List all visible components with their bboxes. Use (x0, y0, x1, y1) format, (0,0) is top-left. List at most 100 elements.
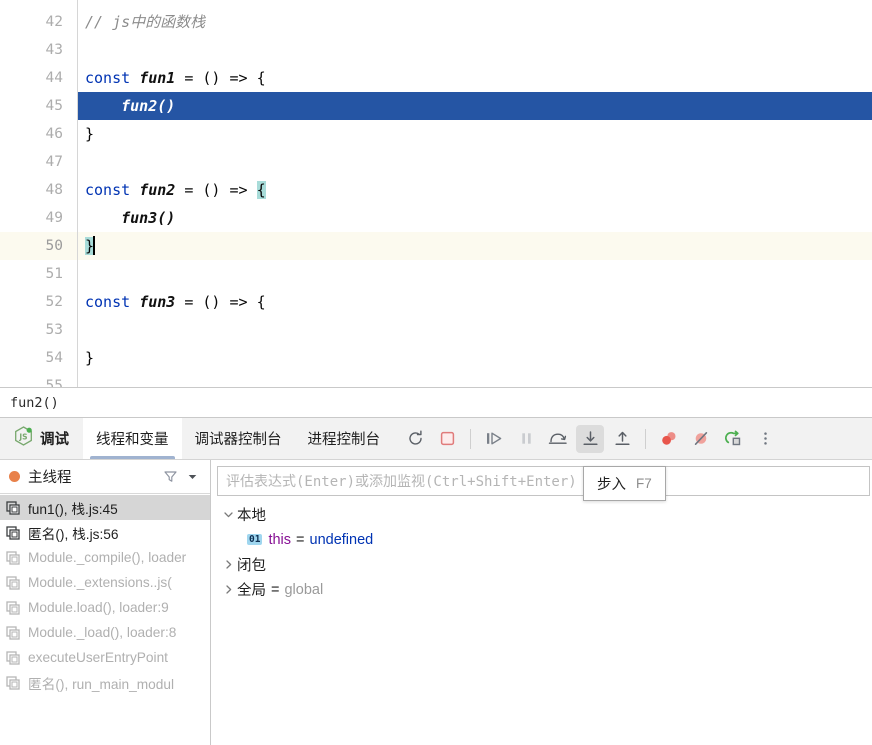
stop-square-icon (440, 431, 454, 446)
debug-panel-title: JS 调试 (0, 418, 83, 459)
stack-frames-list[interactable]: fun1(), 栈.js:45 匿名(), 栈.js:56 Module._comp… (0, 494, 210, 745)
line-number: 45 (45, 98, 63, 114)
code-line[interactable] (78, 36, 872, 64)
variable-row[interactable]: 闭包 (219, 552, 872, 577)
frame-icon (6, 550, 22, 565)
step-into-icon (582, 431, 598, 445)
more-options-button[interactable] (751, 425, 779, 453)
code-line[interactable]: } (78, 120, 872, 148)
thread-selector[interactable]: 主线程 (0, 460, 210, 494)
line-number-gutter[interactable]: 42 43 44 45 46 47 48 49 50 51 52 53 54 55 (0, 0, 78, 387)
code-line[interactable]: } (78, 344, 872, 372)
toolbar-divider-2 (645, 428, 646, 449)
step-into-button[interactable] (576, 424, 604, 453)
line-number: 50 (0, 232, 77, 260)
line-number: 42 (45, 14, 63, 30)
code-editor[interactable]: 42 43 44 45 46 47 48 49 50 51 52 53 54 55 // js中的函数栈 c… (0, 0, 872, 388)
code-line[interactable]: const fun1 = () => { (78, 64, 872, 92)
code-line[interactable] (78, 372, 872, 387)
chevron-right-icon[interactable] (219, 584, 237, 595)
evaluate-expression-wrap: 评估表达式(Enter)或添加监视(Ctrl+Shift+Enter) (211, 460, 872, 496)
mute-breakpoints-button[interactable] (687, 425, 715, 453)
variable-row[interactable]: 01 this = undefined (219, 527, 872, 552)
step-over-button[interactable] (544, 425, 572, 453)
restore-layout-button[interactable] (719, 425, 747, 453)
stack-frame-item[interactable]: 匿名(), run_main_modul (0, 670, 210, 695)
breadcrumb-text: fun2() (10, 394, 59, 411)
step-out-button[interactable] (608, 425, 636, 453)
line-number: 51 (45, 266, 63, 282)
code-line[interactable] (78, 316, 872, 344)
thread-status-icon (9, 471, 20, 482)
code-line[interactable] (78, 260, 872, 288)
code-line[interactable]: const fun3 = () => { (78, 288, 872, 316)
code-line[interactable]: const fun2 = () => { (78, 176, 872, 204)
code-token: const (85, 69, 131, 87)
line-number: 47 (45, 154, 63, 170)
view-breakpoints-button[interactable] (655, 425, 683, 453)
line-number: 54 (45, 350, 63, 366)
frame-icon (6, 625, 22, 640)
code-line[interactable]: // js中的函数栈 (78, 8, 872, 36)
stack-frame-item[interactable]: Module.load(), loader:9 (0, 595, 210, 620)
frame-label: Module._extensions..js( (28, 575, 172, 590)
code-line[interactable]: fun2() (78, 92, 872, 120)
filter-icon[interactable] (160, 467, 180, 487)
variable-row[interactable]: 全局 = global (219, 577, 872, 602)
tooltip-shortcut: F7 (636, 476, 652, 491)
variable-type-badge: 01 (247, 533, 263, 546)
line-number: 48 (45, 182, 63, 198)
variable-name: 本地 (237, 508, 266, 524)
debug-content: 主线程 fun1(), 栈.js:45 匿名(), 栈.js:56 Module._… (0, 460, 872, 745)
frame-label: 匿名(), 栈.js:56 (28, 526, 119, 542)
variables-tree[interactable]: 本地 01 this = undefined 闭包 全局 = global (211, 496, 872, 602)
code-area[interactable]: // js中的函数栈 const fun1 = () => { fun2()} co… (78, 0, 872, 387)
frame-label: Module.load(), loader:9 (28, 600, 169, 615)
resume-button[interactable] (480, 425, 508, 453)
nodejs-js-icon: JS (14, 426, 33, 451)
chevron-right-icon[interactable] (219, 559, 237, 570)
breakpoints-icon (662, 432, 676, 445)
frame-label: executeUserEntryPoint (28, 650, 168, 665)
code-token: = () => (175, 181, 257, 199)
stack-frame-item[interactable]: Module._extensions..js( (0, 570, 210, 595)
stack-frame-item[interactable]: Module._compile(), loader (0, 545, 210, 570)
stack-frame-item[interactable]: Module._load(), loader:8 (0, 620, 210, 645)
line-number: 53 (45, 322, 63, 338)
debug-panel-label: 调试 (40, 432, 69, 448)
tab-process-console[interactable]: 进程控制台 (295, 418, 394, 459)
evaluate-expression-input[interactable]: 评估表达式(Enter)或添加监视(Ctrl+Shift+Enter) (217, 466, 870, 496)
stack-frame-item[interactable]: executeUserEntryPoint (0, 645, 210, 670)
code-line[interactable] (78, 148, 872, 176)
code-token: fun3() (85, 209, 176, 227)
stack-frame-item[interactable]: 匿名(), 栈.js:56 (0, 520, 210, 545)
code-token: = () => { (175, 69, 266, 87)
thread-name: 主线程 (28, 470, 72, 486)
chevron-down-icon[interactable] (182, 467, 202, 487)
variable-value: undefined (309, 531, 374, 548)
variable-row[interactable]: 本地 (219, 502, 872, 527)
code-line[interactable]: fun3() (78, 204, 872, 232)
code-token (93, 236, 96, 255)
stack-frame-item[interactable]: fun1(), 栈.js:45 (0, 495, 210, 520)
variable-equals: = (296, 531, 305, 548)
stop-button[interactable] (433, 425, 461, 453)
line-number: 52 (45, 294, 63, 310)
line-number: 43 (45, 42, 63, 58)
tab-label: 进程控制台 (307, 432, 381, 448)
line-number: 55 (45, 378, 63, 388)
line-number: 44 (45, 70, 63, 86)
frame-label: Module._compile(), loader (28, 550, 187, 565)
tooltip-label: 步入 (597, 477, 626, 493)
frame-icon (6, 525, 22, 540)
pause-button[interactable] (512, 425, 540, 453)
frame-label: fun1(), 栈.js:45 (28, 501, 118, 517)
tab-debugger-console[interactable]: 调试器控制台 (182, 418, 295, 459)
code-line[interactable]: } (78, 232, 872, 260)
code-token: = () => { (175, 293, 266, 311)
tab-threads-and-variables[interactable]: 线程和变量 (83, 418, 182, 459)
frame-icon (6, 575, 22, 590)
rerun-button[interactable] (401, 425, 429, 453)
chevron-down-icon[interactable] (219, 509, 237, 520)
more-vertical-icon (763, 432, 767, 445)
